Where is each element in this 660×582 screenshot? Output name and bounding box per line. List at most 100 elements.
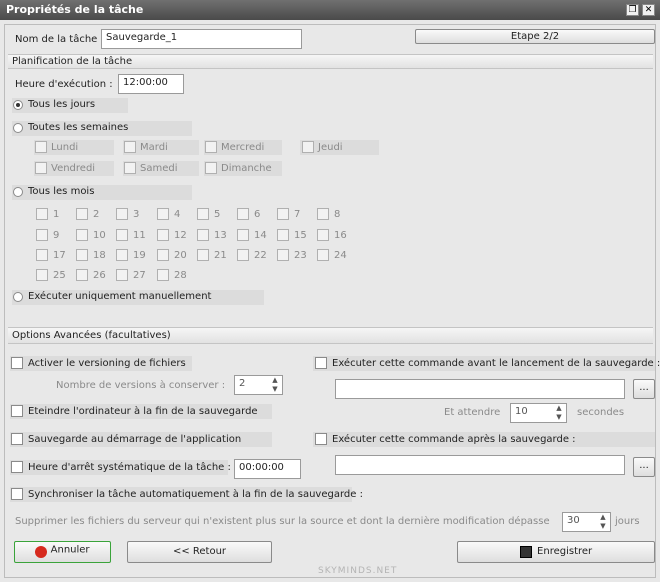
weekly-radio[interactable]: [13, 123, 23, 133]
month-day-label: 17: [53, 250, 66, 261]
month-day-label: 7: [294, 209, 301, 220]
month-day-checkbox-22[interactable]: [237, 249, 249, 261]
month-day-checkbox-7[interactable]: [277, 208, 289, 220]
daily-radio[interactable]: [13, 100, 23, 110]
month-day-label: 3: [133, 209, 140, 220]
month-day-checkbox-11[interactable]: [116, 229, 128, 241]
sync-checkbox[interactable]: [11, 488, 23, 500]
spin-down-icon[interactable]: ▼: [268, 385, 282, 394]
day-label: Mercredi: [221, 142, 265, 153]
stop-time-checkbox[interactable]: [11, 461, 23, 473]
month-day-checkbox-6[interactable]: [237, 208, 249, 220]
month-day-checkbox-17[interactable]: [36, 249, 48, 261]
month-day-checkbox-28[interactable]: [157, 269, 169, 281]
cmd-after-input[interactable]: [335, 455, 625, 475]
day-checkbox-lundi[interactable]: [35, 141, 47, 153]
month-day-label: 15: [294, 230, 307, 241]
month-day-label: 18: [93, 250, 106, 261]
spin-down-icon[interactable]: ▼: [596, 522, 610, 531]
close-icon[interactable]: ✕: [642, 4, 655, 16]
manual-radio[interactable]: [13, 292, 23, 302]
watermark: SKYMINDS.NET: [318, 566, 398, 576]
day-checkbox-mardi[interactable]: [124, 141, 136, 153]
month-day-checkbox-14[interactable]: [237, 229, 249, 241]
cancel-button[interactable]: Annuler: [14, 541, 111, 563]
monthly-radio[interactable]: [13, 187, 23, 197]
month-day-checkbox-24[interactable]: [317, 249, 329, 261]
restore-icon[interactable]: ❐: [626, 4, 639, 16]
month-day-checkbox-10[interactable]: [76, 229, 88, 241]
wait-value: 10: [515, 406, 528, 417]
delete-days-spinner[interactable]: 30 ▲ ▼: [562, 512, 611, 532]
cmd-after-label: Exécuter cette commande après la sauvega…: [332, 434, 576, 445]
month-day-checkbox-19[interactable]: [116, 249, 128, 261]
versions-spinner[interactable]: 2 ▲ ▼: [234, 375, 283, 395]
month-day-label: 22: [254, 250, 267, 261]
spin-up-icon[interactable]: ▲: [552, 404, 566, 413]
month-day-checkbox-18[interactable]: [76, 249, 88, 261]
task-name-input[interactable]: Sauvegarde_1: [101, 29, 302, 49]
day-checkbox-mercredi[interactable]: [205, 141, 217, 153]
time-label: Heure d'exécution :: [15, 79, 113, 90]
month-day-label: 27: [133, 270, 146, 281]
month-day-checkbox-13[interactable]: [197, 229, 209, 241]
month-day-label: 26: [93, 270, 106, 281]
delete-label: Supprimer les fichiers du serveur qui n'…: [15, 516, 550, 527]
month-day-label: 2: [93, 209, 100, 220]
save-label: Enregistrer: [537, 546, 593, 557]
month-day-checkbox-3[interactable]: [116, 208, 128, 220]
month-day-checkbox-20[interactable]: [157, 249, 169, 261]
wait-unit: secondes: [577, 407, 625, 418]
cmd-after-browse-button[interactable]: ...: [633, 457, 655, 477]
sync-label: Synchroniser la tâche automatiquement à …: [28, 489, 363, 500]
spin-down-icon[interactable]: ▼: [552, 413, 566, 422]
spin-up-icon[interactable]: ▲: [596, 513, 610, 522]
month-day-label: 23: [294, 250, 307, 261]
month-day-checkbox-27[interactable]: [116, 269, 128, 281]
startup-checkbox[interactable]: [11, 433, 23, 445]
versioning-label: Activer le versioning de fichiers: [28, 358, 186, 369]
month-day-label: 21: [214, 250, 227, 261]
day-checkbox-samedi[interactable]: [124, 162, 136, 174]
month-day-label: 20: [174, 250, 187, 261]
month-day-checkbox-12[interactable]: [157, 229, 169, 241]
month-day-checkbox-25[interactable]: [36, 269, 48, 281]
month-day-label: 25: [53, 270, 66, 281]
month-day-checkbox-15[interactable]: [277, 229, 289, 241]
month-day-checkbox-23[interactable]: [277, 249, 289, 261]
wait-spinner[interactable]: 10 ▲ ▼: [510, 403, 567, 423]
cmd-before-checkbox[interactable]: [315, 357, 327, 369]
month-day-label: 28: [174, 270, 187, 281]
versioning-checkbox[interactable]: [11, 357, 23, 369]
cmd-before-browse-button[interactable]: ...: [633, 379, 655, 399]
cmd-after-checkbox[interactable]: [315, 433, 327, 445]
spin-up-icon[interactable]: ▲: [268, 376, 282, 385]
time-input[interactable]: 12:00:00: [118, 74, 184, 94]
month-day-label: 19: [133, 250, 146, 261]
stop-time-label: Heure d'arrêt systématique de la tâche :: [28, 462, 231, 473]
month-day-label: 6: [254, 209, 261, 220]
task-name-label: Nom de la tâche :: [15, 34, 104, 45]
month-day-checkbox-9[interactable]: [36, 229, 48, 241]
day-checkbox-vendredi[interactable]: [35, 162, 47, 174]
month-day-label: 8: [334, 209, 341, 220]
month-day-label: 4: [174, 209, 181, 220]
month-day-label: 24: [334, 250, 347, 261]
shutdown-checkbox[interactable]: [11, 405, 23, 417]
stop-time-input[interactable]: 00:00:00: [234, 459, 301, 479]
back-button[interactable]: << Retour: [127, 541, 272, 563]
month-day-label: 5: [214, 209, 221, 220]
month-day-checkbox-16[interactable]: [317, 229, 329, 241]
cmd-before-input[interactable]: [335, 379, 625, 399]
month-day-checkbox-8[interactable]: [317, 208, 329, 220]
save-button[interactable]: Enregistrer: [457, 541, 655, 563]
cancel-label: Annuler: [50, 544, 90, 556]
day-checkbox-dimanche[interactable]: [205, 162, 217, 174]
month-day-checkbox-1[interactable]: [36, 208, 48, 220]
day-checkbox-jeudi[interactable]: [302, 141, 314, 153]
month-day-checkbox-4[interactable]: [157, 208, 169, 220]
month-day-checkbox-26[interactable]: [76, 269, 88, 281]
month-day-checkbox-5[interactable]: [197, 208, 209, 220]
month-day-checkbox-2[interactable]: [76, 208, 88, 220]
month-day-checkbox-21[interactable]: [197, 249, 209, 261]
